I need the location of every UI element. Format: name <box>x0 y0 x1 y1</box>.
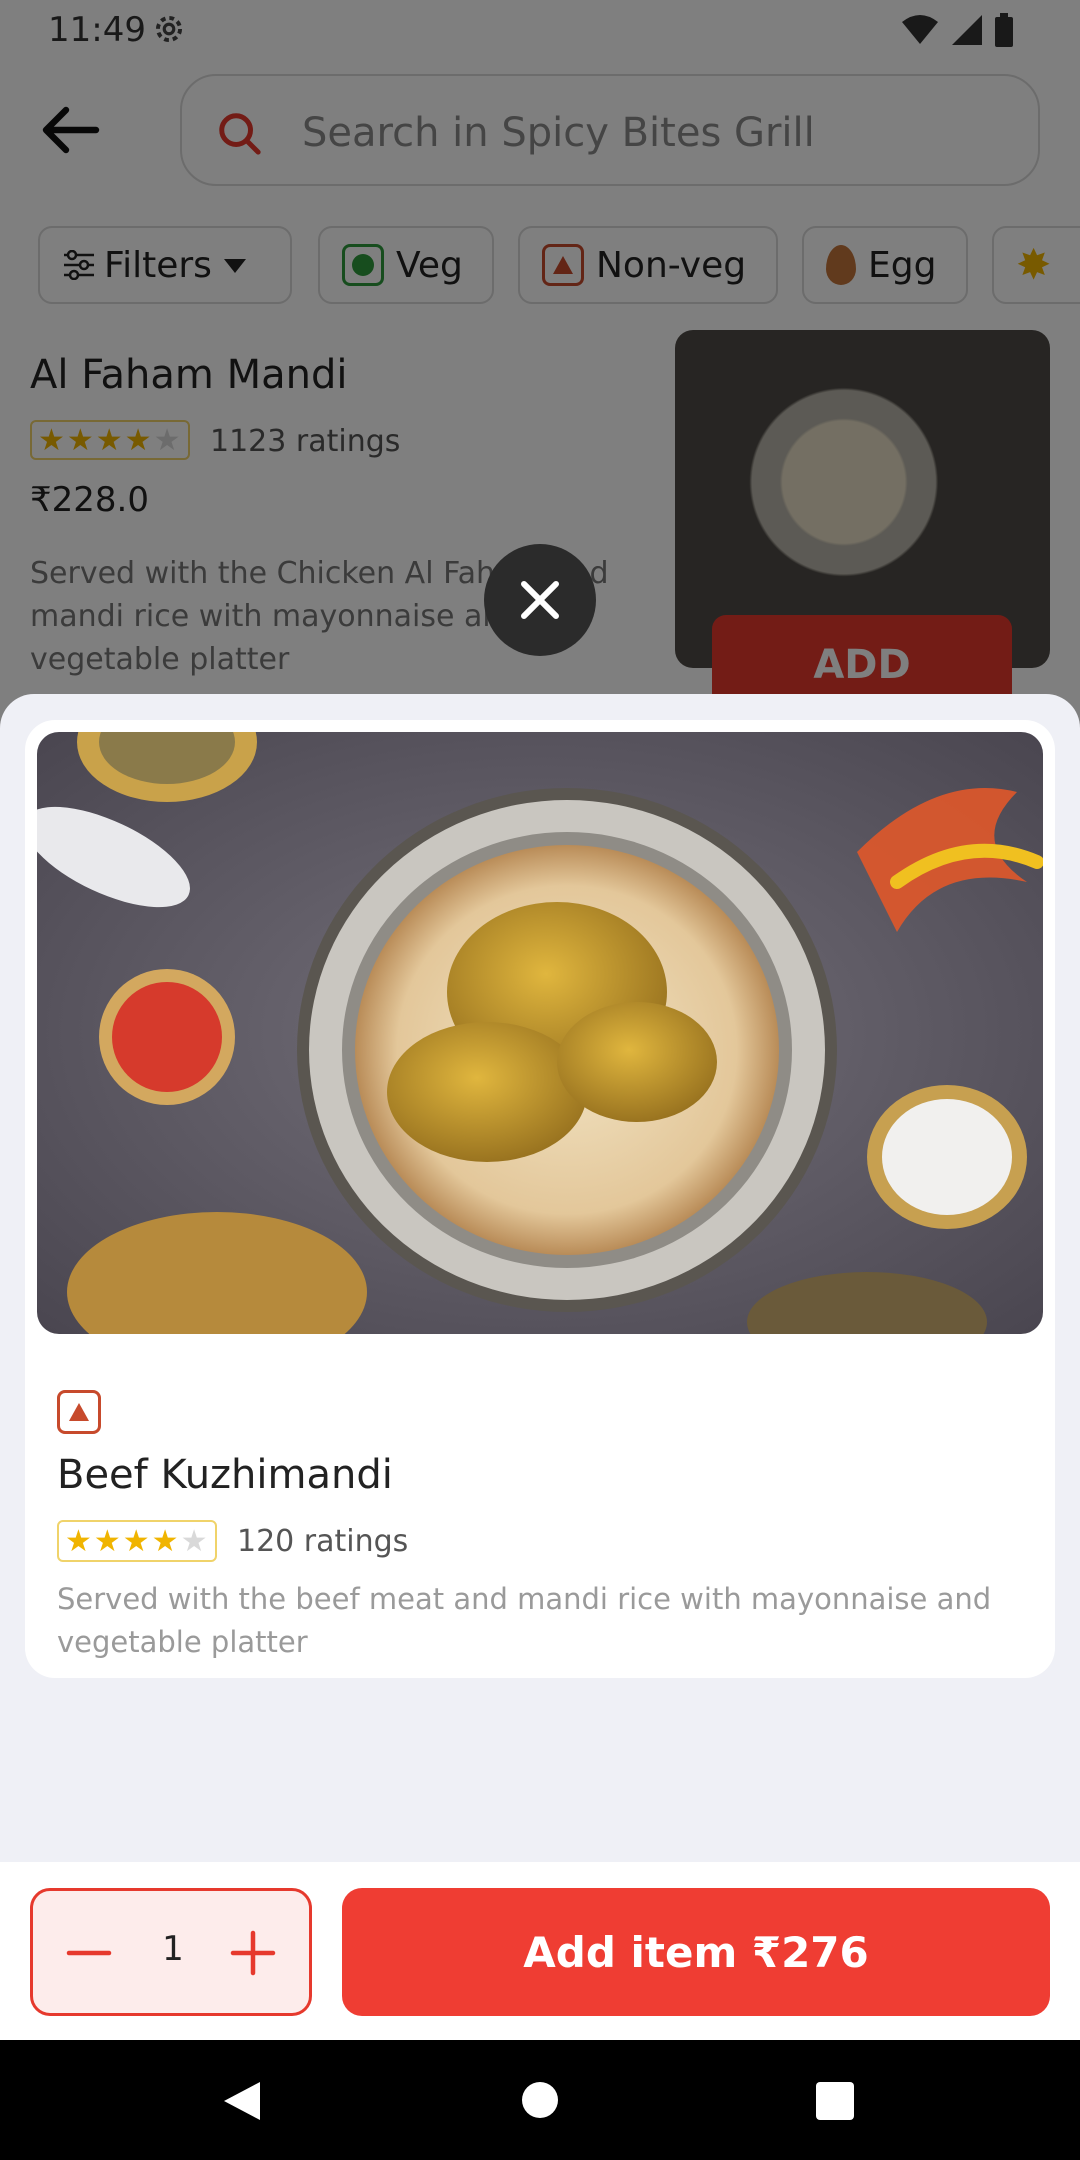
quantity-stepper: 1 <box>30 1888 312 2016</box>
system-navigation-bar <box>0 2040 1080 2160</box>
plus-icon[interactable] <box>225 1925 281 1981</box>
dish-rating-stars: ★★★★ ★ <box>57 1520 218 1562</box>
close-icon <box>521 581 559 619</box>
add-to-cart-footer: 1 Add item ₹276 <box>0 1862 1080 2040</box>
nav-recents-icon[interactable] <box>816 2082 854 2120</box>
dish-ratings-count: 120 ratings <box>237 1524 409 1559</box>
dish-description: Served with the beef meat and mandi rice… <box>57 1582 992 1659</box>
nav-home-icon[interactable] <box>522 2082 558 2118</box>
nonveg-indicator-icon <box>57 1390 101 1434</box>
add-item-button[interactable]: Add item ₹276 <box>342 1888 1050 2016</box>
close-button[interactable] <box>484 544 596 656</box>
dish-photo-illustration <box>37 732 1043 1334</box>
quantity-value: 1 <box>162 1929 184 1969</box>
item-detail-sheet: Beef Kuzhimandi ★★★★ ★ 120 ratings Served… <box>0 694 1080 2039</box>
nav-back-icon[interactable] <box>222 2080 262 2122</box>
minus-icon[interactable] <box>61 1925 117 1981</box>
dish-name: Beef Kuzhimandi <box>57 1452 393 1498</box>
dish-image <box>37 732 1043 1334</box>
item-card: Beef Kuzhimandi ★★★★ ★ 120 ratings Served… <box>25 720 1055 1678</box>
